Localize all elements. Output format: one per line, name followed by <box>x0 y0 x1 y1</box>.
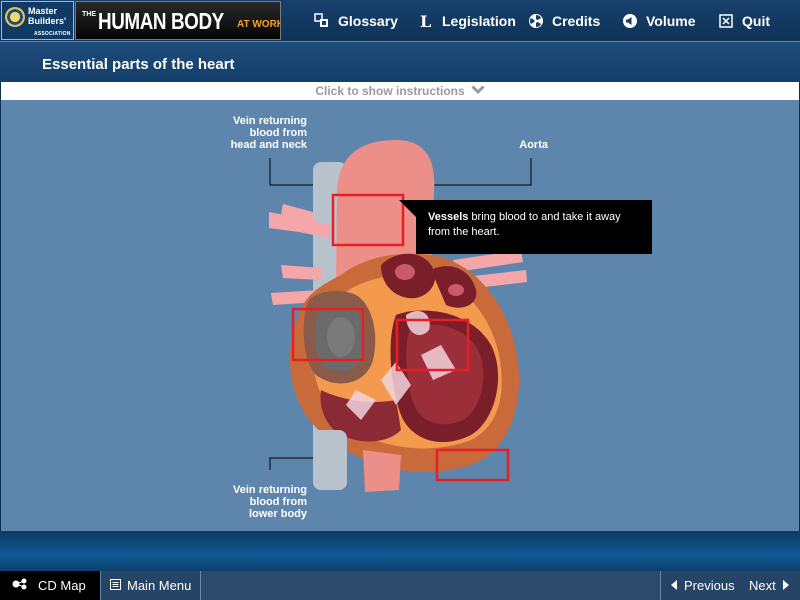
chevron-down-icon <box>471 82 485 100</box>
glossary-icon <box>314 13 330 29</box>
association-seal-icon <box>5 7 25 27</box>
logo-title: HUMAN BODY <box>98 8 224 34</box>
cd-map-label: CD Map <box>38 578 86 593</box>
human-body-at-work-logo: THE HUMAN BODY AT WORK <box>75 1 281 40</box>
diagram-area: Vein returning blood from head and neck … <box>1 100 799 531</box>
previous-label: Previous <box>684 578 735 593</box>
logo-the: THE <box>82 11 96 18</box>
label-vein-lower-body: Vein returning blood from lower body <box>233 484 307 520</box>
footer-bar: CD Map Main Menu Previous Next <box>0 571 800 600</box>
cd-map-button[interactable]: CD Map <box>0 571 100 600</box>
main-menu-button[interactable]: Main Menu <box>100 571 201 600</box>
main-menu-label: Main Menu <box>127 578 192 593</box>
volume-icon <box>622 13 638 29</box>
tooltip-pointer <box>399 200 417 218</box>
quit-label: Quit <box>742 13 770 29</box>
glossary-button[interactable]: Glossary <box>314 10 398 32</box>
quit-button[interactable]: Quit <box>718 10 770 32</box>
svg-text:L: L <box>420 13 431 29</box>
logo-at-work: AT WORK <box>237 19 281 30</box>
bottom-band <box>0 531 800 571</box>
previous-button[interactable]: Previous <box>671 571 735 600</box>
credits-button[interactable]: Credits <box>528 10 600 32</box>
legislation-icon: L <box>418 13 434 29</box>
pager: Previous Next <box>660 571 800 600</box>
volume-label: Volume <box>646 13 696 29</box>
label-vein-head-neck: Vein returning blood from head and neck <box>230 115 307 151</box>
label-aorta: Aorta <box>519 139 548 151</box>
mb-logo-line1: Master <box>28 6 58 16</box>
arrow-left-icon <box>671 578 678 593</box>
page-title: Essential parts of the heart <box>42 56 235 73</box>
heart-diagram <box>269 140 532 492</box>
legislation-button[interactable]: L Legislation <box>418 10 516 32</box>
menu-icon <box>110 578 121 593</box>
legislation-label: Legislation <box>442 13 516 29</box>
credits-label: Credits <box>552 13 601 29</box>
volume-button[interactable]: Volume <box>622 10 696 32</box>
mb-logo-association: ASSOCIATION <box>34 31 71 37</box>
mb-logo-line2: Builders' <box>28 16 67 26</box>
tooltip-bold: Vessels <box>428 211 469 223</box>
glossary-label: Glossary <box>338 13 398 29</box>
top-bar: Master Builders' ASSOCIATION THE HUMAN B… <box>0 0 800 42</box>
vessels-tooltip: Vessels bring blood to and take it away … <box>416 200 652 254</box>
cd-map-icon <box>12 578 32 593</box>
next-button[interactable]: Next <box>749 571 789 600</box>
quit-icon <box>718 13 734 29</box>
show-instructions-toggle[interactable]: Click to show instructions <box>1 82 799 100</box>
credits-icon <box>528 13 544 29</box>
title-bar: Essential parts of the heart <box>0 42 800 82</box>
next-label: Next <box>749 578 776 593</box>
instructions-label: Click to show instructions <box>315 84 465 98</box>
arrow-right-icon <box>782 578 789 593</box>
master-builders-logo: Master Builders' ASSOCIATION <box>1 1 74 40</box>
